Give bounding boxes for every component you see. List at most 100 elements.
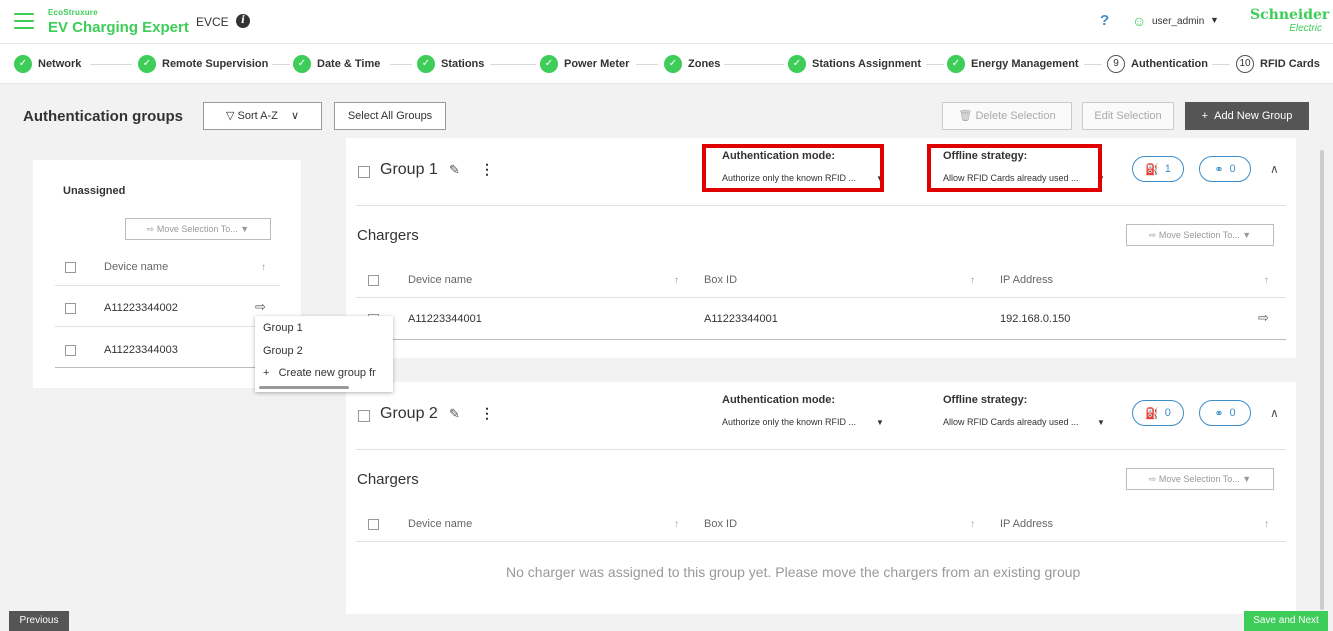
step-connector [724, 64, 784, 65]
sort-button[interactable]: ▽ Sort A-Z ∨ [203, 102, 322, 130]
chevron-down-icon[interactable]: ▼ [1210, 15, 1219, 25]
check-icon: ✓ [540, 55, 558, 73]
rfid-cards-count-badge[interactable]: ⚭ 0 [1199, 400, 1251, 426]
sort-arrow-icon[interactable]: ↑ [1264, 519, 1269, 530]
check-icon: ✓ [14, 55, 32, 73]
group-card-2: Group 2 ✎ ⋮ Authentication mode: Authori… [346, 382, 1296, 614]
step-connector [390, 64, 412, 65]
collapse-icon[interactable]: ∧ [1270, 162, 1279, 176]
group-checkbox[interactable] [358, 166, 370, 178]
menu-item-group-1[interactable]: Group 1 [263, 322, 303, 334]
menu-icon[interactable] [14, 13, 34, 29]
user-icon[interactable]: ☺ [1132, 13, 1146, 29]
empty-group-message: No charger was assigned to this group ye… [506, 564, 1081, 580]
box-id-cell: A11223344001 [704, 313, 778, 325]
app-title: EV Charging Expert [48, 19, 189, 36]
move-selection-dropdown[interactable]: ⇨ Move Selection To... ▼ [1126, 468, 1274, 490]
chargers-count-badge[interactable]: ⛽ 1 [1132, 156, 1184, 182]
step-stations[interactable]: ✓ Stations [417, 55, 484, 73]
row-checkbox[interactable] [65, 303, 76, 314]
chargers-title: Chargers [357, 471, 419, 488]
check-icon: ✓ [417, 55, 435, 73]
chevron-down-icon: ▼ [240, 224, 250, 234]
charger-icon: ⛽ [1145, 163, 1159, 176]
rfid-card-icon: ⚭ [1214, 163, 1224, 176]
menu-item-group-2[interactable]: Group 2 [263, 345, 303, 357]
select-all-groups-button[interactable]: Select All Groups [334, 102, 446, 130]
step-remote-supervision[interactable]: ✓ Remote Supervision [138, 55, 268, 73]
chevron-down-icon: ∨ [290, 110, 299, 122]
row-checkbox[interactable] [65, 345, 76, 356]
user-name[interactable]: user_admin [1152, 16, 1204, 27]
step-connector [490, 64, 536, 65]
offline-strategy-select[interactable]: Allow RFID Cards already used ... [943, 417, 1079, 427]
step-connector [926, 64, 944, 65]
chevron-down-icon[interactable]: ▼ [1097, 418, 1105, 427]
move-arrow-icon[interactable]: ⇨ [255, 299, 266, 315]
step-connector [636, 64, 658, 65]
arrow-right-icon: ⇨ [1148, 230, 1157, 240]
step-date-time[interactable]: ✓ Date & Time [293, 55, 380, 73]
step-authentication[interactable]: 9 Authentication [1107, 55, 1208, 73]
check-icon: ✓ [788, 55, 806, 73]
more-options-icon[interactable]: ⋮ [480, 405, 494, 422]
column-device-name[interactable]: Device name [408, 274, 472, 286]
move-selection-dropdown[interactable]: ⇨ Move Selection To... ▼ [125, 218, 271, 240]
add-new-group-button[interactable]: + Add New Group [1185, 102, 1309, 130]
rfid-card-icon: ⚭ [1214, 407, 1224, 420]
plus-icon: + [1201, 110, 1209, 122]
delete-selection-button[interactable]: 🗑 Delete Selection [942, 102, 1072, 130]
setup-stepper: ✓ Network ✓ Remote Supervision ✓ Date & Tim… [0, 44, 1333, 84]
pencil-icon[interactable]: ✎ [449, 162, 460, 178]
step-energy-management[interactable]: ✓ Energy Management [947, 55, 1079, 73]
move-to-group-menu: Group 1 Group 2 + Create new group fr [255, 316, 393, 392]
arrow-right-icon: ⇨ [1148, 474, 1157, 484]
chevron-down-icon[interactable]: ▼ [876, 418, 884, 427]
menu-scrollbar[interactable] [259, 386, 349, 389]
column-device-name[interactable]: Device name [408, 518, 472, 530]
filter-icon: ▽ [226, 110, 235, 122]
move-arrow-icon[interactable]: ⇨ [1258, 310, 1269, 326]
pencil-icon[interactable]: ✎ [449, 406, 460, 422]
sort-arrow-icon[interactable]: ↑ [674, 519, 679, 530]
select-all-checkbox[interactable] [368, 519, 379, 530]
highlight-offline-strategy [927, 144, 1102, 192]
move-selection-dropdown[interactable]: ⇨ Move Selection To... ▼ [1126, 224, 1274, 246]
sort-arrow-icon[interactable]: ↑ [261, 262, 266, 273]
column-ip-address[interactable]: IP Address [1000, 518, 1053, 530]
select-all-checkbox[interactable] [368, 275, 379, 286]
step-power-meter[interactable]: ✓ Power Meter [540, 55, 629, 73]
select-all-checkbox[interactable] [65, 262, 76, 273]
step-stations-assignment[interactable]: ✓ Stations Assignment [788, 55, 921, 73]
info-icon[interactable]: i [236, 14, 250, 28]
device-name-cell: A11223344003 [104, 344, 178, 356]
help-icon[interactable]: ? [1100, 12, 1109, 29]
column-device-name[interactable]: Device name [104, 261, 168, 273]
previous-button[interactable]: Previous [9, 611, 69, 631]
chargers-count-badge[interactable]: ⛽ 0 [1132, 400, 1184, 426]
step-zones[interactable]: ✓ Zones [664, 55, 720, 73]
check-icon: ✓ [664, 55, 682, 73]
check-icon: ✓ [293, 55, 311, 73]
step-connector [1084, 64, 1102, 65]
menu-item-create-group[interactable]: + Create new group fr [263, 367, 376, 379]
sort-arrow-icon[interactable]: ↑ [674, 275, 679, 286]
collapse-icon[interactable]: ∧ [1270, 406, 1279, 420]
schneider-logo: Schneider Electric [1250, 7, 1330, 35]
group-checkbox[interactable] [358, 410, 370, 422]
save-and-next-button[interactable]: Save and Next [1244, 611, 1328, 631]
step-rfid-cards[interactable]: 10 RFID Cards [1236, 55, 1320, 73]
sort-arrow-icon[interactable]: ↑ [970, 275, 975, 286]
rfid-cards-count-badge[interactable]: ⚭ 0 [1199, 156, 1251, 182]
column-box-id[interactable]: Box ID [704, 518, 737, 530]
column-box-id[interactable]: Box ID [704, 274, 737, 286]
auth-mode-select[interactable]: Authorize only the known RFID ... [722, 417, 856, 427]
sort-arrow-icon[interactable]: ↑ [970, 519, 975, 530]
more-options-icon[interactable]: ⋮ [480, 161, 494, 178]
step-connector [1212, 64, 1230, 65]
edit-selection-button[interactable]: Edit Selection [1082, 102, 1174, 130]
page-scrollbar[interactable] [1320, 150, 1324, 610]
step-network[interactable]: ✓ Network [14, 55, 81, 73]
column-ip-address[interactable]: IP Address [1000, 274, 1053, 286]
sort-arrow-icon[interactable]: ↑ [1264, 275, 1269, 286]
